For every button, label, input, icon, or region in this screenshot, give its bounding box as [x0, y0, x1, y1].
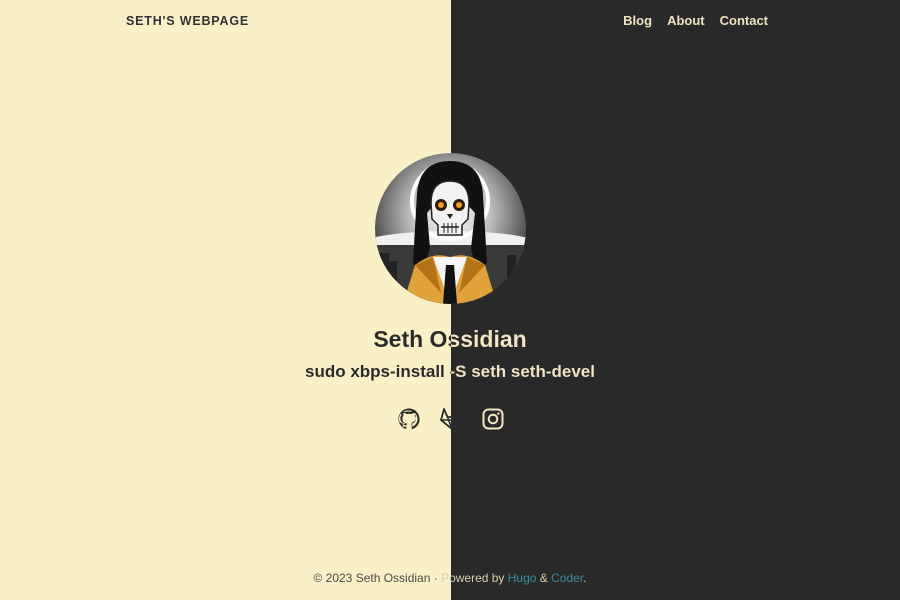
gitlab-link[interactable]	[439, 407, 464, 431]
avatar	[375, 153, 526, 304]
footer-period: .	[583, 571, 587, 585]
top-navigation: Blog About Contact	[623, 13, 768, 28]
gitlab-icon	[440, 408, 464, 430]
social-links	[397, 407, 505, 431]
footer-powered-by: Powered by	[441, 571, 508, 585]
instagram-link[interactable]	[481, 407, 505, 431]
nav-about-link[interactable]: About	[667, 13, 705, 28]
profile-name: Seth Ossidian	[0, 326, 900, 353]
site-title-link[interactable]: SETH'S WEBPAGE	[126, 14, 249, 28]
footer-copyright: © 2023 Seth Ossidian ·	[313, 571, 442, 585]
nav-contact-link[interactable]: Contact	[720, 13, 768, 28]
light-half-background	[0, 0, 451, 600]
github-icon	[398, 408, 420, 430]
profile-tagline: sudo xbps-install -S seth seth-devel	[0, 362, 900, 382]
coder-link[interactable]: Coder	[551, 571, 583, 585]
footer-amp: &	[536, 571, 552, 585]
footer: © 2023 Seth Ossidian · Powered by Hugo &…	[0, 571, 900, 585]
hugo-link[interactable]: Hugo	[508, 571, 537, 585]
dark-half-background	[451, 0, 900, 600]
github-link[interactable]	[397, 407, 421, 431]
instagram-icon	[482, 408, 504, 430]
nav-blog-link[interactable]: Blog	[623, 13, 652, 28]
avatar-icon	[375, 153, 526, 304]
